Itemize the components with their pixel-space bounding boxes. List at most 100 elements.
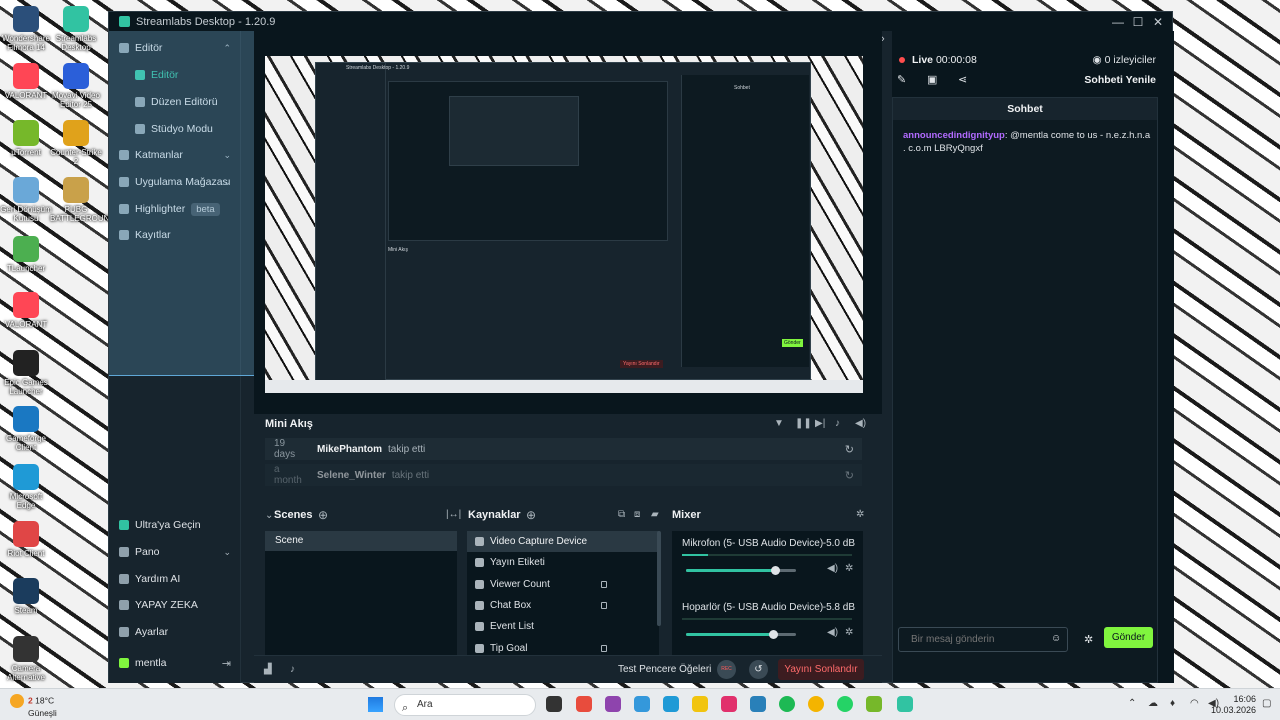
desktop-icon[interactable]: Epic Games Launcher xyxy=(0,350,52,396)
nav-account[interactable]: mentla ⇥ xyxy=(109,652,241,674)
nav-ultra[interactable]: Ultra'ya Geçin xyxy=(109,514,241,536)
volume-knob[interactable] xyxy=(768,630,778,639)
desktop-icon[interactable]: Movavi Video Editor 25 xyxy=(50,63,102,109)
app-icon[interactable] xyxy=(605,696,621,712)
gear-icon[interactable]: ✲ xyxy=(845,627,853,638)
stats-icon[interactable]: ▟ xyxy=(264,664,272,675)
whatsapp-icon[interactable] xyxy=(837,696,853,712)
source-item[interactable]: Event List xyxy=(467,616,659,637)
close-button[interactable]: ✕ xyxy=(1148,15,1168,29)
speaker-icon[interactable]: ◀) xyxy=(827,627,838,638)
gear-icon[interactable]: ✲ xyxy=(1084,633,1093,646)
weather-widget[interactable]: 2 18°C Güneşli xyxy=(10,694,57,718)
volume-icon[interactable]: ◀) xyxy=(855,418,866,429)
gear-icon[interactable]: ✲ xyxy=(856,509,864,520)
source-item[interactable]: Chat Box xyxy=(467,595,659,616)
mixer-channel-db: -5.0 dB xyxy=(822,538,855,549)
layers-icon[interactable]: ⧉ xyxy=(618,509,625,520)
file-explorer-icon[interactable] xyxy=(692,696,708,712)
refresh-chat-button[interactable]: Sohbeti Yenile xyxy=(1084,74,1156,86)
bell-icon[interactable]: ♪ xyxy=(290,664,295,675)
selection-overlay xyxy=(109,31,267,376)
desktop-icon[interactable]: Camera Alternative xyxy=(0,636,52,682)
speaker-icon[interactable]: ◀) xyxy=(827,563,838,574)
desktop-icon[interactable]: Counter-Strike 2 xyxy=(50,120,102,166)
test-widgets-label[interactable]: Test Pencere Öğeleri xyxy=(618,664,711,675)
desktop-icon[interactable]: µTorrent xyxy=(0,120,52,157)
instagram-icon[interactable] xyxy=(721,696,737,712)
chat-username[interactable]: announcedindignityup xyxy=(903,130,1005,141)
camera-icon[interactable]: ▣ xyxy=(927,73,937,86)
record-button[interactable]: REC xyxy=(717,660,736,679)
minimize-button[interactable]: — xyxy=(1108,15,1128,29)
desktop-icon[interactable]: Riot Client xyxy=(0,521,52,558)
nav-help-ai[interactable]: Yardım AI xyxy=(109,568,241,590)
add-source-icon[interactable]: ⊕ xyxy=(526,508,536,522)
volume-slider[interactable] xyxy=(686,630,796,639)
chevron-up-icon[interactable]: ⌃ xyxy=(1128,698,1136,709)
audio-meter xyxy=(682,554,852,556)
clock[interactable]: 16:06 10.03.2026 xyxy=(1211,694,1256,716)
desktop-icon[interactable]: Gameforge Client xyxy=(0,406,52,452)
cloud-icon[interactable]: ☁ xyxy=(1148,698,1158,709)
repeat-icon[interactable]: ↻ xyxy=(845,469,854,482)
scene-item[interactable]: Scene xyxy=(265,531,457,551)
microphone-icon[interactable]: ♦ xyxy=(1170,698,1175,709)
replay-buffer-button[interactable]: ↺ xyxy=(749,660,768,679)
end-stream-button[interactable]: Yayını Sonlandır xyxy=(778,659,864,680)
lock-icon[interactable] xyxy=(601,580,607,588)
emoji-icon[interactable]: ☺ xyxy=(1051,633,1061,644)
nav-settings[interactable]: Ayarlar xyxy=(109,621,241,643)
maximize-button[interactable]: ☐ xyxy=(1128,15,1148,29)
wifi-icon[interactable]: ◠ xyxy=(1190,698,1199,709)
desktop-icon[interactable]: Geri Dönüşüm Kutusu xyxy=(0,177,52,223)
desktop-icon[interactable]: Steam xyxy=(0,578,52,615)
volume-slider[interactable] xyxy=(686,566,796,575)
lock-icon[interactable] xyxy=(601,644,607,652)
group-icon[interactable]: ⧈ xyxy=(634,509,640,520)
pause-icon[interactable]: ❚❚ xyxy=(795,418,812,429)
add-scene-icon[interactable]: ⊕ xyxy=(318,508,328,522)
task-view-icon[interactable] xyxy=(546,696,562,712)
nav-dashboard[interactable]: Pano ⌄ xyxy=(109,541,241,563)
edge-icon[interactable] xyxy=(663,696,679,712)
repeat-icon[interactable]: ↻ xyxy=(845,443,854,456)
desktop-icon[interactable]: VALORANT xyxy=(0,63,52,100)
scene-transition-icon[interactable]: |↔| xyxy=(446,509,461,520)
desktop-icon[interactable]: Streamlabs Desktop xyxy=(50,6,102,52)
bell-icon[interactable]: ♪ xyxy=(835,418,840,429)
folder-icon[interactable]: ▰ xyxy=(651,509,659,520)
lock-icon[interactable] xyxy=(601,602,607,610)
chrome-icon[interactable] xyxy=(808,696,824,712)
source-item[interactable]: Viewer Count xyxy=(467,574,659,595)
send-button[interactable]: Gönder xyxy=(1104,627,1153,648)
taskbar-search[interactable]: ⌕ Ara xyxy=(394,694,536,716)
gear-icon[interactable]: ✲ xyxy=(845,563,853,574)
skip-icon[interactable]: ▶| xyxy=(815,418,825,429)
desktop-icon[interactable]: VALORANT xyxy=(0,292,52,329)
source-item[interactable]: Yayın Etiketi xyxy=(467,552,659,573)
utorrent-icon[interactable] xyxy=(866,696,882,712)
sources-scrollbar[interactable] xyxy=(657,531,661,626)
desktop-icon[interactable]: PUBG BATTLEGROUNDS xyxy=(50,177,121,223)
desktop-icon[interactable]: TLauncher xyxy=(0,236,52,273)
desktop-icon[interactable]: Wondershare Filmora 14 xyxy=(0,6,52,52)
notification-icon[interactable]: ▢ xyxy=(1262,698,1271,709)
stream-preview[interactable]: Streamlabs Desktop - 1.20.9 Mini Akış So… xyxy=(265,56,863,393)
app-icon[interactable] xyxy=(750,696,766,712)
chevron-down-icon[interactable]: ⌄ xyxy=(265,510,273,521)
source-item[interactable]: Video Capture Device xyxy=(467,531,659,553)
volume-knob[interactable] xyxy=(771,566,781,575)
filter-icon[interactable]: ▼ xyxy=(774,418,784,429)
start-button[interactable] xyxy=(368,697,383,712)
share-icon[interactable]: ⋖ xyxy=(958,73,967,86)
spotify-icon[interactable] xyxy=(779,696,795,712)
desktop-icon[interactable]: Microsoft Edge xyxy=(0,464,52,510)
search-icon: ⌕ xyxy=(402,702,409,714)
app-icon[interactable] xyxy=(634,696,650,712)
nav-ai[interactable]: YAPAY ZEKA xyxy=(109,594,241,616)
streamlabs-icon[interactable] xyxy=(897,696,913,712)
chat-input[interactable] xyxy=(898,627,1068,652)
pencil-icon[interactable]: ✎ xyxy=(897,73,906,86)
app-icon[interactable] xyxy=(576,696,592,712)
